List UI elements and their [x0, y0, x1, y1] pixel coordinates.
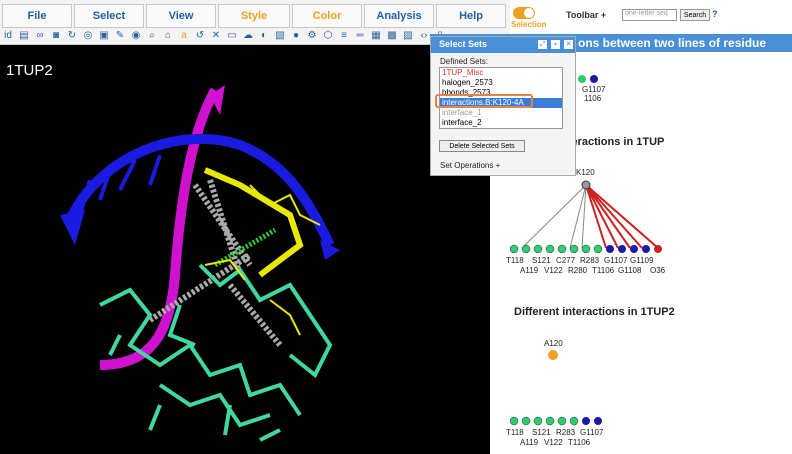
zoom-icon[interactable]: ⌕	[144, 28, 160, 43]
node-label: G1107	[582, 85, 606, 94]
undo-icon[interactable]: ↺	[192, 28, 208, 43]
help-icon[interactable]: ?	[712, 9, 718, 19]
node-label: G1107	[604, 256, 628, 265]
cloud-icon[interactable]: ☁	[240, 28, 256, 43]
menu-bar: File Select View Style Color Analysis He…	[0, 0, 510, 30]
set-item[interactable]: interface_2	[440, 118, 562, 128]
grid-icon[interactable]: ▦	[368, 28, 384, 43]
center-node-label: K120	[576, 168, 595, 177]
document-icon[interactable]: ▤	[16, 28, 32, 43]
sequence-search-input[interactable]: one-letter seq	[622, 9, 677, 21]
node-label: G1109	[630, 256, 654, 265]
close-icon[interactable]: ✕	[564, 40, 573, 49]
defined-sets-label: Defined Sets:	[440, 57, 489, 66]
structure-viewer[interactable]: 1TUP2	[0, 45, 490, 454]
node-label: T1106	[592, 266, 615, 275]
rect-icon[interactable]: ▭	[224, 28, 240, 43]
minimize-icon[interactable]: ▪	[551, 40, 560, 49]
image-icon[interactable]: ▨	[400, 28, 416, 43]
node-label: S121	[532, 256, 551, 265]
cross-icon[interactable]: ✕	[208, 28, 224, 43]
center-node-label: A120	[544, 339, 563, 348]
half-circle-icon[interactable]: ◐	[256, 28, 272, 43]
link-icon[interactable]: ∞	[32, 28, 48, 43]
menu-style[interactable]: Style	[218, 4, 290, 28]
set-item[interactable]: 1TUP_Misc	[440, 68, 562, 78]
node-label: S121	[532, 428, 551, 437]
pen-icon[interactable]: ✎	[112, 28, 128, 43]
menu-view[interactable]: View	[146, 4, 216, 28]
lines-icon[interactable]: ≡	[336, 28, 352, 43]
node-label: T1106	[568, 438, 591, 447]
menu-analysis[interactable]: Analysis	[364, 4, 434, 28]
refresh-icon[interactable]: ↻	[64, 28, 80, 43]
eye-icon[interactable]: ◉	[128, 28, 144, 43]
menu-color[interactable]: Color	[292, 4, 362, 28]
node-label: A119	[520, 266, 539, 275]
save-icon[interactable]: ▣	[96, 28, 112, 43]
node-label: G1108	[618, 266, 642, 275]
home-icon[interactable]: ⌂	[160, 28, 176, 43]
dialog-title: Select Sets	[439, 39, 488, 49]
node-label: T118	[506, 428, 524, 437]
set-operations-toggle[interactable]: Set Operations +	[440, 161, 500, 170]
node-label: V122	[544, 438, 563, 447]
camera-icon[interactable]: ◙	[48, 28, 64, 43]
target-icon[interactable]: ◎	[80, 28, 96, 43]
set-item[interactable]: halogen_2573	[440, 78, 562, 88]
node-label: O36	[650, 266, 666, 275]
menu-help[interactable]: Help	[436, 4, 506, 28]
cube-icon[interactable]: ▧	[272, 28, 288, 43]
map-icon[interactable]: ▩	[384, 28, 400, 43]
hexagon-icon[interactable]: ⬡	[320, 28, 336, 43]
menu-select[interactable]: Select	[74, 4, 144, 28]
sphere-icon[interactable]: ●	[288, 28, 304, 43]
menu-file[interactable]: File	[2, 4, 72, 28]
node-label: R280	[568, 266, 588, 275]
text-icon[interactable]: a	[176, 28, 192, 43]
node-label: C277	[556, 256, 576, 265]
node-label: A119	[520, 438, 539, 447]
gear-icon[interactable]: ⚙	[304, 28, 320, 43]
toolbar-label[interactable]: Toolbar +	[566, 10, 606, 20]
selection-toggle[interactable]	[513, 7, 535, 19]
id-icon[interactable]: id	[0, 28, 16, 43]
molecule-render	[60, 85, 340, 442]
equal-icon[interactable]: ═	[352, 28, 368, 43]
node-label: V122	[544, 266, 563, 275]
node-label: T118	[506, 256, 524, 265]
search-button[interactable]: Search	[680, 9, 710, 21]
resize-icon[interactable]: ⤢	[538, 40, 547, 49]
delete-selected-sets-button[interactable]: Delete Selected Sets	[439, 140, 525, 152]
section-title-1tup2: Different interactions in 1TUP2	[514, 306, 675, 318]
selection-highlight	[435, 94, 533, 108]
selection-label: Selection	[511, 20, 547, 29]
set-item[interactable]: interface_1	[440, 108, 562, 118]
node-label: G1107	[580, 428, 604, 437]
node-label: 1106	[584, 94, 602, 103]
node-label: R283	[556, 428, 576, 437]
dialog-header[interactable]: Select Sets ⤢ ▪ ✕	[431, 37, 575, 53]
node-label: R283	[580, 256, 600, 265]
